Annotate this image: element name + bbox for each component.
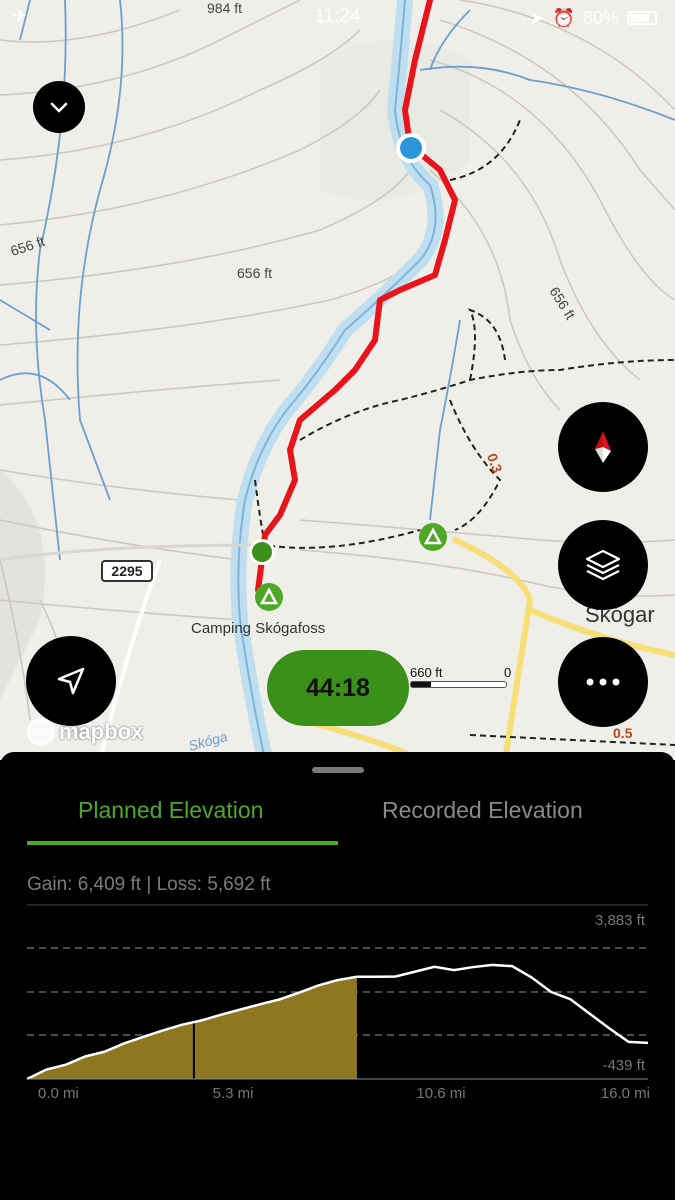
mapbox-logo-icon	[27, 718, 55, 746]
x-tick-label: 0.0 mi	[38, 1085, 79, 1102]
status-right: ➤ ⏰ 80%	[529, 6, 657, 30]
scale-bar-line	[410, 681, 507, 688]
mapbox-label: mapbox	[59, 719, 144, 744]
more-dots-icon	[586, 678, 620, 686]
more-button[interactable]	[558, 637, 648, 727]
map-view[interactable]: 11:24 ➤ ⏰ 80% ✈ 984 ft 656 ft 656 ft 656…	[0, 0, 675, 760]
battery-icon	[627, 11, 657, 25]
compass-icon	[595, 431, 611, 463]
scale-label: 660 ft	[410, 665, 443, 680]
recording-timer[interactable]: 44:18	[267, 650, 409, 726]
current-location-icon	[396, 133, 426, 163]
collapse-button[interactable]	[33, 81, 85, 133]
alarm-icon: ⏰	[552, 7, 575, 28]
mapbox-attribution[interactable]: mapbox	[27, 718, 143, 746]
elevation-chart[interactable]: 3,883 ft -439 ft 0.0 mi 5.3 mi 10.6 mi 16.0 …	[0, 752, 675, 1200]
chevron-down-icon	[50, 102, 68, 113]
scale-zero: 0	[504, 665, 512, 680]
route-start-icon	[249, 539, 275, 565]
locate-me-button[interactable]	[26, 636, 116, 726]
road-number-sign: 2295	[101, 560, 153, 582]
x-tick-label: 16.0 mi	[601, 1085, 650, 1102]
trail-marker: 0.5	[613, 725, 633, 741]
y-tick-label: 3,883 ft	[595, 912, 646, 929]
y-tick-label: -439 ft	[602, 1057, 645, 1074]
airplane-mode-icon: ✈	[12, 6, 28, 26]
campsite-icon[interactable]	[254, 582, 284, 612]
navigation-arrow-icon	[57, 667, 85, 695]
scale-bar: 660 ft 0	[410, 665, 512, 690]
layers-icon	[585, 549, 621, 581]
x-tick-label: 10.6 mi	[416, 1085, 465, 1102]
elevation-panel: Planned Elevation Recorded Elevation Gai…	[0, 752, 675, 1200]
map-layers-button[interactable]	[558, 520, 648, 610]
battery-percentage: 80%	[582, 7, 619, 28]
contour-label: 984 ft	[207, 0, 243, 16]
x-tick-label: 5.3 mi	[213, 1085, 254, 1102]
campsite-icon[interactable]	[418, 522, 448, 552]
campsite-label: Camping Skógafoss	[191, 620, 326, 637]
location-arrow-icon: ➤	[529, 7, 545, 28]
contour-label: 656 ft	[237, 265, 273, 281]
compass-button[interactable]	[558, 402, 648, 492]
